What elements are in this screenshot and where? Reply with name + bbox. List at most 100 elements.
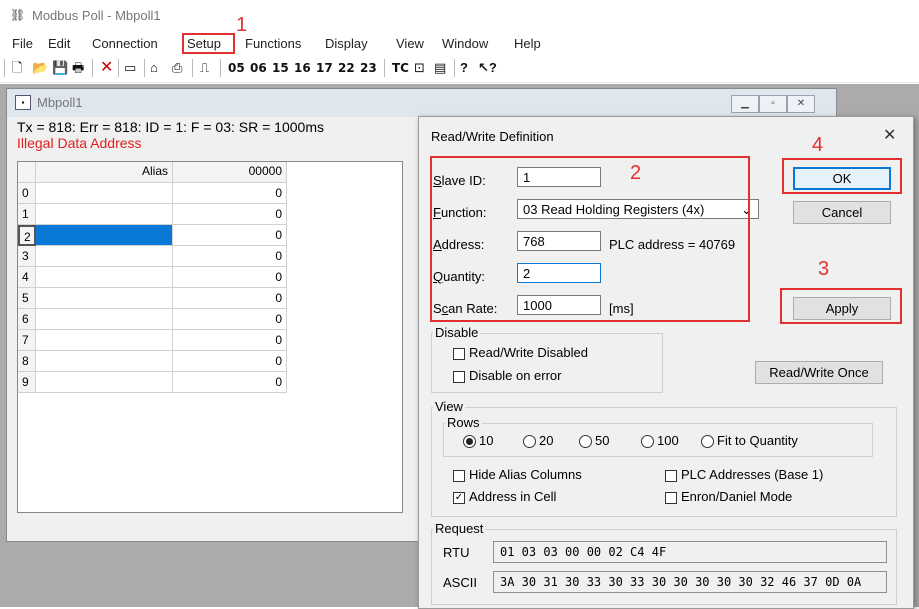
delete-icon[interactable]: ✕: [100, 58, 113, 78]
alias-cell[interactable]: [36, 288, 173, 309]
close-icon[interactable]: ✕: [883, 125, 896, 145]
value-cell[interactable]: 0: [173, 183, 287, 204]
address-in-cell-label: Address in Cell: [469, 489, 557, 504]
menu-functions[interactable]: Functions: [243, 36, 303, 51]
cancel-button[interactable]: Cancel: [793, 201, 891, 224]
enron-daniel-label: Enron/Daniel Mode: [681, 489, 793, 504]
print-preview-icon[interactable]: ⎙: [172, 58, 182, 78]
pulse-icon[interactable]: ⎍: [200, 58, 209, 78]
rows-100-radio[interactable]: [641, 435, 654, 448]
function-15-button[interactable]: 15: [272, 58, 289, 78]
rows-fit-radio[interactable]: [701, 435, 714, 448]
toolbar-separator: [4, 59, 5, 77]
save-icon[interactable]: 💾: [52, 58, 68, 78]
row-index: 8: [18, 351, 36, 372]
alias-cell[interactable]: [36, 309, 173, 330]
rows-group-label: Rows: [445, 415, 482, 430]
annotation-box-setup: [182, 33, 235, 54]
menu-view[interactable]: View: [394, 36, 426, 51]
function-16-button[interactable]: 16: [294, 58, 311, 78]
alias-cell[interactable]: [36, 351, 173, 372]
rows-50-radio[interactable]: [579, 435, 592, 448]
chart-icon[interactable]: ⊡: [414, 58, 425, 78]
row-index: 9: [18, 372, 36, 393]
menu-bar: File Edit Connection Setup Functions Dis…: [0, 33, 919, 53]
context-help-icon[interactable]: ↖?: [478, 58, 497, 78]
rtu-label: RTU: [443, 545, 470, 560]
open-folder-icon[interactable]: 📂: [32, 58, 48, 78]
value-cell[interactable]: 0: [173, 330, 287, 351]
disable-on-error-label: Disable on error: [469, 368, 562, 383]
plc-addresses-checkbox[interactable]: [665, 470, 677, 482]
toolbar-separator: [144, 59, 145, 77]
app-title: Modbus Poll - Mbpoll1: [32, 8, 161, 23]
function-05-button[interactable]: 05: [228, 58, 245, 78]
new-file-icon[interactable]: 🗋: [12, 58, 22, 78]
row-index: 7: [18, 330, 36, 351]
document-icon: ▪: [15, 95, 31, 110]
menu-help[interactable]: Help: [512, 36, 543, 51]
rows-10-radio[interactable]: [463, 435, 476, 448]
value-cell[interactable]: 0: [173, 246, 287, 267]
value-cell[interactable]: 0: [173, 288, 287, 309]
tc-button[interactable]: TC: [392, 58, 409, 78]
read-write-disabled-checkbox[interactable]: [453, 348, 465, 360]
rows-20-radio[interactable]: [523, 435, 536, 448]
print-icon[interactable]: 🖶: [72, 58, 84, 78]
row-index: 5: [18, 288, 36, 309]
value-cell[interactable]: 0: [173, 267, 287, 288]
hide-alias-checkbox[interactable]: [453, 470, 465, 482]
enron-daniel-checkbox[interactable]: [665, 492, 677, 504]
value-cell[interactable]: 0: [173, 204, 287, 225]
menu-file[interactable]: File: [10, 36, 35, 51]
value-cell[interactable]: 0: [173, 309, 287, 330]
menu-display[interactable]: Display: [323, 36, 370, 51]
menu-edit[interactable]: Edit: [46, 36, 72, 51]
dialog-title: Read/Write Definition: [431, 129, 554, 144]
view-group-label: View: [433, 399, 465, 414]
alias-cell[interactable]: [36, 246, 173, 267]
toolbar-separator: [454, 59, 455, 77]
function-22-button[interactable]: 22: [338, 58, 355, 78]
alias-cell[interactable]: [36, 183, 173, 204]
annotation-3: 3: [818, 258, 830, 280]
menu-connection[interactable]: Connection: [90, 36, 160, 51]
rows-fit-label: Fit to Quantity: [717, 433, 798, 448]
monitor-icon[interactable]: ▤: [434, 58, 446, 78]
window-icon[interactable]: ▭: [124, 58, 136, 78]
annotation-box-fields: [430, 156, 750, 322]
alias-cell[interactable]: [36, 330, 173, 351]
function-23-button[interactable]: 23: [360, 58, 377, 78]
menu-window[interactable]: Window: [440, 36, 490, 51]
value-cell[interactable]: 0: [173, 225, 287, 246]
read-write-once-button[interactable]: Read/Write Once: [755, 361, 883, 384]
close-icon[interactable]: ✕: [787, 95, 815, 113]
alias-cell[interactable]: [36, 267, 173, 288]
alias-cell[interactable]: [36, 372, 173, 393]
request-group-label: Request: [433, 521, 486, 536]
annotation-box-ok: [782, 158, 902, 194]
minimize-icon[interactable]: ▁: [731, 95, 759, 113]
connect-icon[interactable]: ⌂: [150, 58, 158, 78]
row-index: 1: [18, 204, 36, 225]
toolbar: 🗋 📂 💾 🖶 ✕ ▭ ⌂ ⎙ ⎍ 05 06 15 16 17 22 23 T…: [0, 54, 919, 83]
value-cell[interactable]: 0: [173, 372, 287, 393]
annotation-2: 2: [630, 162, 642, 184]
alias-cell[interactable]: [36, 225, 173, 246]
function-06-button[interactable]: 06: [250, 58, 267, 78]
rows-50-label: 50: [595, 433, 610, 448]
rows-20-label: 20: [539, 433, 554, 448]
value-cell[interactable]: 0: [173, 351, 287, 372]
app-title-bar: ⛓ Modbus Poll - Mbpoll1: [0, 0, 919, 30]
hide-alias-label: Hide Alias Columns: [469, 467, 582, 482]
disable-on-error-checkbox[interactable]: [453, 371, 465, 383]
row-index: 2: [18, 225, 36, 246]
alias-cell[interactable]: [36, 204, 173, 225]
maximize-icon[interactable]: ▫: [759, 95, 787, 113]
data-grid[interactable]: Alias 00000 00102030405060708090: [17, 161, 403, 513]
help-icon[interactable]: ?: [460, 58, 468, 78]
address-in-cell-checkbox[interactable]: ✓: [453, 492, 465, 504]
function-17-button[interactable]: 17: [316, 58, 333, 78]
disable-group: [431, 333, 663, 393]
error-message: Illegal Data Address: [17, 135, 142, 151]
